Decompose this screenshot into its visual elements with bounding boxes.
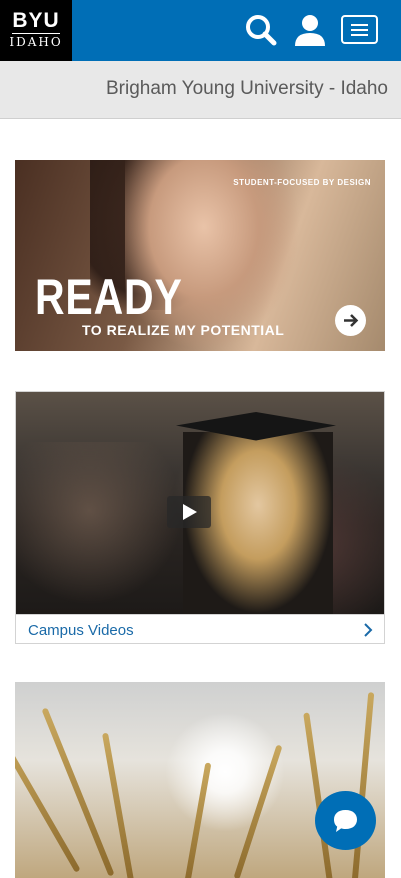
hero-subline: TO REALIZE MY POTENTIAL bbox=[82, 322, 285, 338]
chevron-right-icon bbox=[364, 623, 373, 637]
wheat-field-banner[interactable] bbox=[15, 682, 385, 878]
site-name[interactable]: Brigham Young University - Idaho bbox=[106, 78, 388, 100]
campus-videos-label: Campus Videos bbox=[28, 622, 134, 639]
chat-bubble-icon bbox=[334, 810, 357, 832]
site-title-bar: Brigham Young University - Idaho bbox=[0, 61, 401, 119]
campus-videos-card[interactable]: Campus Videos bbox=[15, 391, 385, 644]
logo-divider bbox=[12, 33, 60, 34]
search-button[interactable] bbox=[241, 10, 281, 50]
search-icon bbox=[246, 15, 277, 46]
hero-arrow-button[interactable] bbox=[335, 305, 366, 336]
account-button[interactable] bbox=[290, 10, 330, 50]
hamburger-line bbox=[351, 29, 368, 31]
campus-videos-link[interactable]: Campus Videos bbox=[16, 614, 384, 643]
hamburger-menu-button[interactable] bbox=[341, 15, 378, 44]
play-video-button[interactable] bbox=[167, 496, 211, 528]
byu-idaho-logo[interactable]: BYU IDAHO bbox=[0, 0, 72, 61]
logo-bottom-text: IDAHO bbox=[9, 35, 63, 49]
chat-button[interactable] bbox=[315, 791, 376, 850]
arrow-right-icon bbox=[344, 314, 359, 327]
user-icon bbox=[295, 15, 325, 46]
logo-top-text: BYU bbox=[12, 9, 60, 32]
wheat-stalk bbox=[351, 692, 375, 878]
hamburger-line bbox=[351, 34, 368, 36]
graduation-photo bbox=[16, 392, 384, 614]
top-navigation-bar: BYU IDAHO bbox=[0, 0, 401, 61]
hero-banner[interactable]: STUDENT-FOCUSED BY DESIGN READY TO REALI… bbox=[15, 160, 385, 351]
hamburger-menu-icon bbox=[351, 24, 368, 26]
hero-headline: READY bbox=[35, 269, 183, 325]
play-icon bbox=[183, 504, 197, 520]
hero-tagline: STUDENT-FOCUSED BY DESIGN bbox=[233, 178, 371, 187]
wheat-stalk bbox=[15, 731, 81, 873]
